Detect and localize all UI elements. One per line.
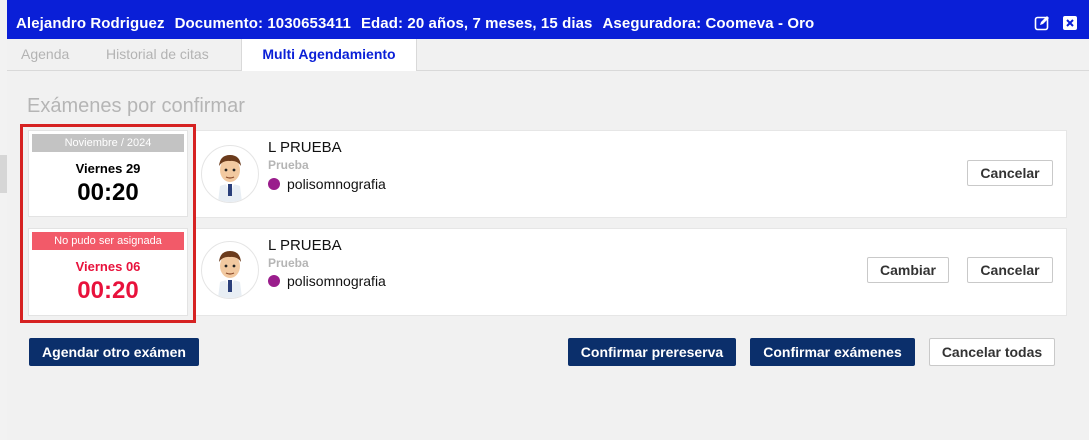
exam-name: polisomnografia — [287, 273, 386, 289]
doctor-name: L PRUEBA — [268, 139, 342, 156]
tab-agenda[interactable]: Agenda — [21, 39, 69, 70]
cancel-button[interactable]: Cancelar — [967, 160, 1053, 186]
doctor-name: L PRUEBA — [268, 237, 342, 254]
exam-label: polisomnografia — [268, 273, 386, 289]
exam-dot-icon — [268, 178, 280, 190]
confirm-prereserve-button[interactable]: Confirmar prereserva — [568, 338, 736, 366]
exam-name: polisomnografia — [287, 176, 386, 192]
tab-multi-agendamiento[interactable]: Multi Agendamiento — [241, 39, 417, 71]
exam-label: polisomnografia — [268, 176, 386, 192]
section-title: Exámenes por confirmar — [27, 95, 245, 117]
patient-document: Documento: 1030653411 — [174, 14, 351, 32]
date-column-highlight — [20, 124, 196, 323]
edit-icon[interactable] — [1033, 14, 1051, 32]
close-icon[interactable] — [1061, 14, 1079, 32]
exam-dot-icon — [268, 275, 280, 287]
appointment-card: L PRUEBA Prueba polisomnografia Cambiar … — [193, 228, 1067, 316]
patient-name: Alejandro Rodriguez — [16, 14, 165, 32]
doctor-subtitle: Prueba — [268, 158, 309, 172]
schedule-other-exam-button[interactable]: Agendar otro exámen — [29, 338, 199, 366]
doctor-avatar-icon — [201, 241, 259, 299]
tab-historial-citas[interactable]: Historial de citas — [106, 39, 209, 70]
patient-insurer: Aseguradora: Coomeva - Oro — [602, 14, 815, 32]
left-edge-strip — [0, 0, 7, 440]
confirm-exams-button[interactable]: Confirmar exámenes — [750, 338, 915, 366]
cancel-button[interactable]: Cancelar — [967, 257, 1053, 283]
doctor-subtitle: Prueba — [268, 256, 309, 270]
cancel-all-button[interactable]: Cancelar todas — [929, 338, 1055, 366]
left-edge-marker — [0, 155, 7, 193]
tab-bar: Agenda Historial de citas Multi Agendami… — [7, 39, 1089, 71]
doctor-avatar-icon — [201, 145, 259, 203]
change-button[interactable]: Cambiar — [867, 257, 949, 283]
appointment-card: L PRUEBA Prueba polisomnografia Cancelar — [193, 130, 1067, 218]
patient-age: Edad: 20 años, 7 meses, 15 dias — [360, 14, 593, 32]
